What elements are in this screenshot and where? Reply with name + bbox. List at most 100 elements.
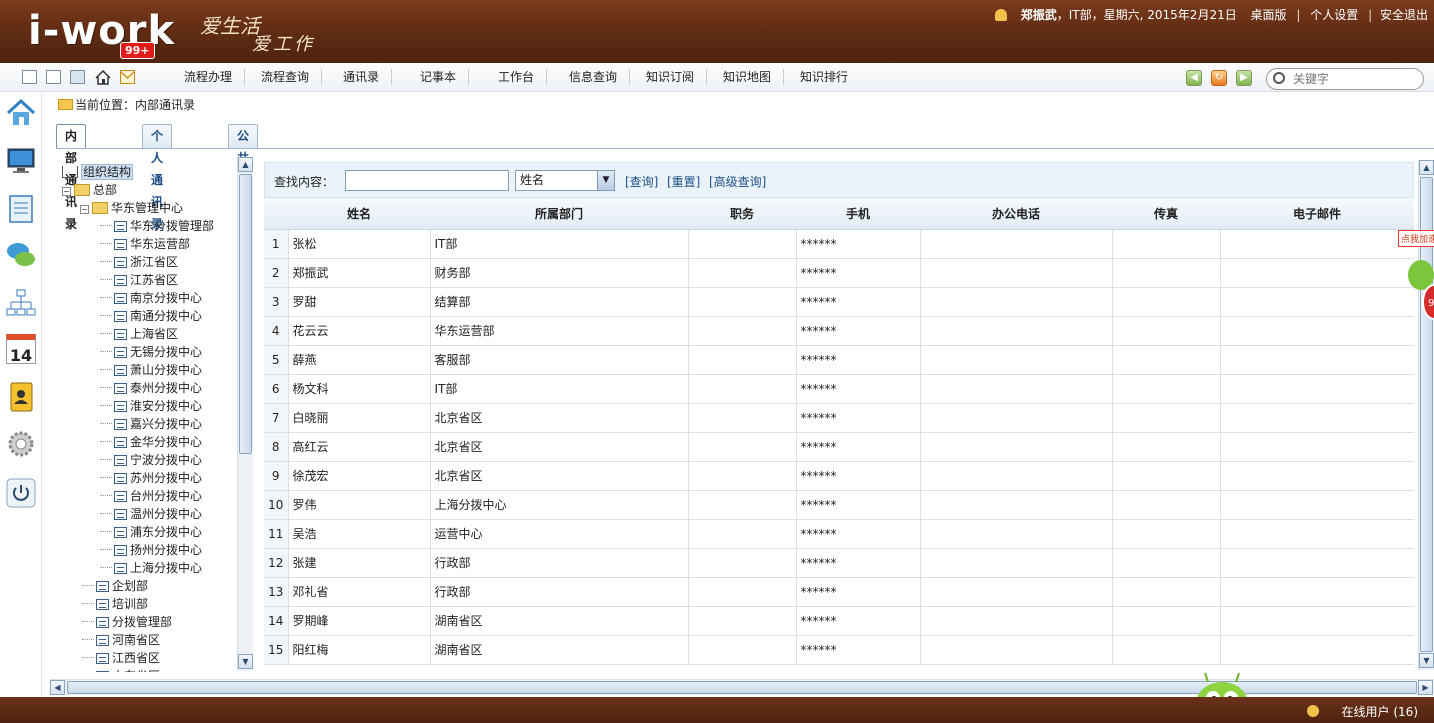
power-icon[interactable]: [6, 478, 36, 508]
layout-top-icon[interactable]: [46, 70, 61, 84]
tree-node-dept[interactable]: 无锡分拨中心: [100, 344, 202, 361]
tree-node-dept[interactable]: 山东省区: [82, 668, 160, 672]
personal-settings-link[interactable]: 个人设置: [1310, 8, 1358, 22]
search-content-input[interactable]: [345, 170, 509, 191]
tab-personal-contacts[interactable]: 个人通讯录: [142, 124, 173, 231]
table-row[interactable]: 3 罗甜 结算部 ******: [264, 287, 1414, 317]
tree-node-dept[interactable]: 分拨管理部: [82, 614, 172, 631]
table-row[interactable]: 9 徐茂宏 北京省区 ******: [264, 461, 1414, 491]
tree-scrollbar[interactable]: ▲ ▼: [237, 157, 253, 671]
gear-icon[interactable]: [6, 429, 36, 459]
forward-arrow-icon[interactable]: ▶: [1236, 70, 1252, 86]
advanced-query-link[interactable]: [高级查询]: [709, 173, 766, 190]
calendar-icon[interactable]: 14: [6, 334, 36, 365]
nav-notepad[interactable]: 记事本: [420, 69, 470, 85]
collapse-icon[interactable]: −: [80, 205, 89, 214]
desktop-version-link[interactable]: 桌面版: [1251, 8, 1287, 22]
table-row[interactable]: 14 罗期峰 湖南省区 ******: [264, 606, 1414, 636]
tree-node-dept[interactable]: 华东运营部: [100, 236, 190, 253]
nav-process-handle[interactable]: 流程办理: [184, 69, 246, 85]
reset-link[interactable]: [重置]: [667, 173, 700, 190]
org-chart-icon[interactable]: [6, 288, 36, 318]
tree-node-dept[interactable]: 苏州分拨中心: [100, 470, 202, 487]
tree-node-dept[interactable]: 温州分拨中心: [100, 506, 202, 523]
table-row[interactable]: 12 张建 行政部 ******: [264, 548, 1414, 578]
nav-knowledge-subscribe[interactable]: 知识订阅: [646, 69, 708, 85]
tab-internal-contacts[interactable]: 内部通讯录: [56, 124, 87, 231]
tree-node-dept[interactable]: 宁波分拨中心: [100, 452, 202, 469]
nav-process-query[interactable]: 流程查询: [261, 69, 323, 85]
chevron-down-icon[interactable]: ▼: [597, 171, 614, 190]
scroll-up-icon[interactable]: ▲: [1419, 160, 1434, 175]
scroll-up-icon[interactable]: ▲: [238, 157, 253, 172]
nav-workbench[interactable]: 工作台: [498, 69, 548, 85]
nav-knowledge-map[interactable]: 知识地图: [723, 69, 785, 85]
tree-node-dept[interactable]: 江苏省区: [100, 272, 178, 289]
tree-node-dept[interactable]: 金华分拨中心: [100, 434, 202, 451]
mail-icon[interactable]: [120, 70, 135, 84]
scroll-down-icon[interactable]: ▼: [1419, 653, 1434, 668]
tab-public-contacts[interactable]: 公共通讯录: [228, 124, 259, 231]
table-row[interactable]: 6 杨文科 IT部 ******: [264, 374, 1414, 404]
floating-speedup-widget[interactable]: 点我加速 9: [1398, 230, 1434, 322]
scroll-left-icon[interactable]: ◀: [50, 680, 65, 695]
col-fax[interactable]: 传真: [1112, 198, 1220, 230]
tree-node-dept[interactable]: 上海省区: [100, 326, 178, 343]
tree-node-dept[interactable]: 上海分拨中心: [100, 560, 202, 577]
table-row[interactable]: 13 邓礼省 行政部 ******: [264, 577, 1414, 607]
monitor-small-icon[interactable]: [70, 70, 85, 84]
tree-node-dept[interactable]: 企划部: [82, 578, 148, 595]
query-link[interactable]: [查询]: [625, 173, 658, 190]
table-row[interactable]: 7 白晓丽 北京省区 ******: [264, 403, 1414, 433]
tree-node-dept[interactable]: 扬州分拨中心: [100, 542, 202, 559]
tree-node-dept[interactable]: 泰州分拨中心: [100, 380, 202, 397]
tree-node-dept[interactable]: 浦东分拨中心: [100, 524, 202, 541]
tree-node-dept[interactable]: 培训部: [82, 596, 148, 613]
table-row[interactable]: 2 郑振武 财务部 ******: [264, 258, 1414, 288]
online-users-link[interactable]: 在线用户 (16): [1342, 703, 1418, 720]
tree-node-dept[interactable]: 南通分拨中心: [100, 308, 202, 325]
tree-node-dept[interactable]: 萧山分拨中心: [100, 362, 202, 379]
scroll-thumb[interactable]: [239, 174, 252, 454]
tree-node-dept[interactable]: 南京分拨中心: [100, 290, 202, 307]
back-arrow-icon[interactable]: ◀: [1186, 70, 1202, 86]
tree-node-dept[interactable]: 浙江省区: [100, 254, 178, 271]
scroll-down-icon[interactable]: ▼: [238, 654, 253, 669]
tree-root[interactable]: 组织结构: [62, 164, 134, 181]
tree-node-dept[interactable]: 河南省区: [82, 632, 160, 649]
table-row[interactable]: 11 吴浩 运营中心 ******: [264, 519, 1414, 549]
keyword-search-input[interactable]: [1293, 71, 1419, 87]
logout-link[interactable]: 安全退出: [1380, 8, 1428, 22]
nav-knowledge-rank[interactable]: 知识排行: [800, 69, 860, 85]
tree-node-dept[interactable]: 江西省区: [82, 650, 160, 667]
monitor-icon[interactable]: [6, 146, 36, 176]
col-email[interactable]: 电子邮件: [1220, 198, 1414, 230]
col-mobile[interactable]: 手机: [796, 198, 920, 230]
tree-node-dept[interactable]: 台州分拨中心: [100, 488, 202, 505]
tree-node-dept[interactable]: 淮安分拨中心: [100, 398, 202, 415]
table-row[interactable]: 10 罗伟 上海分拨中心 ******: [264, 490, 1414, 520]
home-icon[interactable]: [6, 98, 36, 128]
col-dept[interactable]: 所属部门: [430, 198, 688, 230]
col-title[interactable]: 职务: [688, 198, 796, 230]
chat-icon[interactable]: [6, 240, 36, 270]
nav-address-book[interactable]: 通讯录: [343, 69, 393, 85]
table-row[interactable]: 1 张松 IT部 ******: [264, 229, 1414, 259]
refresh-icon[interactable]: ↻: [1211, 70, 1227, 86]
speedup-label[interactable]: 点我加速: [1398, 230, 1434, 247]
keyword-search[interactable]: [1266, 68, 1424, 90]
collapse-icon[interactable]: −: [62, 187, 71, 196]
scroll-right-icon[interactable]: ▶: [1418, 680, 1433, 695]
tree-node-dept[interactable]: 嘉兴分拨中心: [100, 416, 202, 433]
tree-node-hq[interactable]: − 总部: [62, 182, 117, 199]
notepad-icon[interactable]: [6, 194, 36, 224]
table-row[interactable]: 5 薛燕 客服部 ******: [264, 345, 1414, 375]
table-row[interactable]: 8 高红云 北京省区 ******: [264, 432, 1414, 462]
search-field-select[interactable]: 姓名 ▼: [515, 170, 615, 191]
tree-node-east[interactable]: − 华东管理中心: [80, 200, 183, 217]
home-small-icon[interactable]: [95, 69, 111, 85]
col-name[interactable]: 姓名: [288, 198, 430, 230]
contacts-icon[interactable]: [6, 382, 36, 412]
layout-left-icon[interactable]: [22, 70, 37, 84]
table-row[interactable]: 4 花云云 华东运营部 ******: [264, 316, 1414, 346]
